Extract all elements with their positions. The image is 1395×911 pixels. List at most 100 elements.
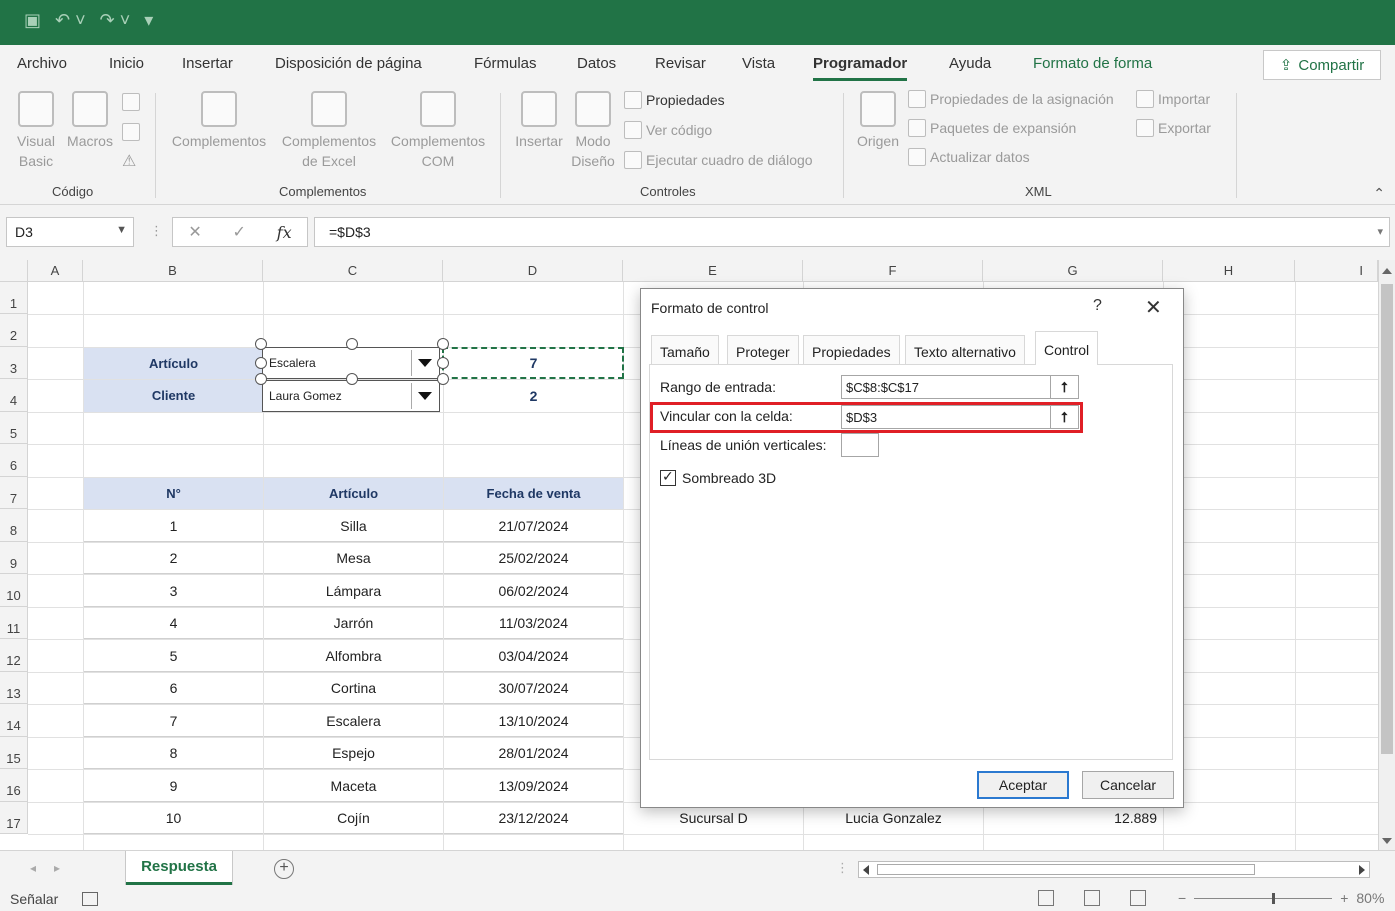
tab-ayuda[interactable]: Ayuda <box>949 55 991 72</box>
row-header-12[interactable]: 12 <box>0 639 28 672</box>
paquetes-expansion-button[interactable]: Paquetes de expansión <box>908 119 1076 137</box>
column-header-h[interactable]: H <box>1163 260 1295 282</box>
resize-handle[interactable] <box>437 357 449 369</box>
table-cell-fecha[interactable]: 11/03/2024 <box>444 608 623 639</box>
split-handle-icon[interactable]: ⋮ <box>836 860 849 876</box>
table-cell-fecha[interactable]: 13/09/2024 <box>444 770 623 802</box>
relative-refs-icon[interactable] <box>122 123 140 141</box>
table-cell-fecha[interactable]: 21/07/2024 <box>444 510 623 542</box>
table-cell-numero[interactable]: 7 <box>84 705 263 737</box>
sheet-nav-arrows[interactable]: ◂▸ <box>30 861 78 875</box>
normal-view-icon[interactable] <box>1038 890 1054 906</box>
horizontal-scrollbar[interactable] <box>858 861 1370 878</box>
tab-programador[interactable]: Programador <box>813 55 908 81</box>
exportar-button[interactable]: Exportar <box>1136 119 1211 137</box>
row-header-7[interactable]: 7 <box>0 477 28 509</box>
chevron-down-icon[interactable] <box>411 383 437 409</box>
visual-basic-button[interactable]: Visual Basic <box>14 91 58 171</box>
row-header-15[interactable]: 15 <box>0 737 28 769</box>
prop-asignacion-button[interactable]: Propiedades de la asignación <box>908 90 1114 108</box>
propiedades-button[interactable]: Propiedades <box>624 91 725 109</box>
sombreado-checkbox[interactable] <box>660 468 676 486</box>
row-header-9[interactable]: 9 <box>0 542 28 574</box>
table-cell-articulo[interactable]: Escalera <box>264 705 443 737</box>
record-macro-icon[interactable] <box>122 93 140 111</box>
row-header-2[interactable]: 2 <box>0 314 28 347</box>
tab-formato-forma[interactable]: Formato de forma <box>1033 55 1152 72</box>
ejecutar-dialogo-button[interactable]: Ejecutar cuadro de diálogo <box>624 151 813 169</box>
lineas-input[interactable] <box>841 433 879 457</box>
scroll-right-icon[interactable] <box>1359 865 1365 875</box>
collapse-dialog-icon[interactable]: ⭡ <box>1050 376 1078 398</box>
resize-handle[interactable] <box>255 338 267 350</box>
zoom-level[interactable]: 80% <box>1356 890 1384 906</box>
cancelar-button[interactable]: Cancelar <box>1082 771 1174 799</box>
close-icon[interactable]: ✕ <box>1145 295 1162 320</box>
table-cell-fecha[interactable]: 25/02/2024 <box>444 543 623 574</box>
vertical-scrollbar[interactable] <box>1378 260 1395 850</box>
share-button[interactable]: ⇪ Compartir <box>1263 50 1381 80</box>
complementos-com-button[interactable]: Complementos COM <box>386 91 490 171</box>
zoom-in-icon[interactable]: + <box>1340 890 1348 906</box>
page-break-view-icon[interactable] <box>1130 890 1146 906</box>
table-cell-numero[interactable]: 6 <box>84 673 263 704</box>
add-sheet-icon[interactable]: + <box>274 859 294 879</box>
page-layout-view-icon[interactable] <box>1084 890 1100 906</box>
macro-security-icon[interactable]: ⚠ <box>122 151 136 171</box>
customize-qat-icon[interactable]: ▾ <box>144 10 153 31</box>
row-header-3[interactable]: 3 <box>0 347 28 379</box>
row-header-11[interactable]: 11 <box>0 607 28 639</box>
formula-input[interactable]: =$D$3 <box>314 217 1390 247</box>
scroll-down-icon[interactable] <box>1382 838 1392 844</box>
ver-codigo-button[interactable]: Ver código <box>624 121 712 139</box>
collapse-dialog-icon[interactable]: ⭡ <box>1050 406 1078 428</box>
header-articulo[interactable]: Artículo <box>264 478 443 509</box>
row-header-5[interactable]: 5 <box>0 412 28 444</box>
scroll-left-icon[interactable] <box>863 865 869 875</box>
row-header-6[interactable]: 6 <box>0 444 28 477</box>
resize-handle[interactable] <box>346 338 358 350</box>
chevron-down-icon[interactable]: ▼ <box>116 224 127 236</box>
table-cell-fecha[interactable]: 06/02/2024 <box>444 575 623 607</box>
aceptar-button[interactable]: Aceptar <box>977 771 1069 799</box>
tab-archivo[interactable]: Archivo <box>17 55 67 72</box>
row-header-17[interactable]: 17 <box>0 802 28 834</box>
origen-button[interactable]: Origen <box>854 91 902 151</box>
column-header-b[interactable]: B <box>83 260 263 282</box>
table-cell-numero[interactable]: 5 <box>84 640 263 672</box>
tab-vista[interactable]: Vista <box>742 55 775 72</box>
vincular-input[interactable]: $D$3 ⭡ <box>841 405 1079 429</box>
resize-handle[interactable] <box>437 338 449 350</box>
resize-handle[interactable] <box>346 373 358 385</box>
name-box[interactable]: D3 ▼ <box>6 217 134 247</box>
resize-handle[interactable] <box>255 373 267 385</box>
row-header-10[interactable]: 10 <box>0 574 28 607</box>
complementos-button[interactable]: Complementos <box>166 91 272 151</box>
tab-control[interactable]: Control <box>1035 331 1099 365</box>
help-icon[interactable]: ? <box>1093 297 1102 315</box>
table-cell-numero[interactable]: 2 <box>84 543 263 574</box>
table-cell-articulo[interactable]: Espejo <box>264 738 443 769</box>
resize-handle[interactable] <box>437 373 449 385</box>
zoom-slider[interactable] <box>1194 892 1333 904</box>
header-fecha[interactable]: Fecha de venta <box>444 478 623 509</box>
table-cell-articulo[interactable]: Cojín <box>264 803 443 834</box>
table-cell-articulo[interactable]: Silla <box>264 510 443 542</box>
row-header-8[interactable]: 8 <box>0 509 28 542</box>
table-cell-fecha[interactable]: 30/07/2024 <box>444 673 623 704</box>
tab-insertar[interactable]: Insertar <box>182 55 233 72</box>
row-header-14[interactable]: 14 <box>0 704 28 737</box>
column-header-i[interactable]: I <box>1295 260 1378 282</box>
redo-icon[interactable]: ↷ ˅ <box>100 10 131 31</box>
save-icon[interactable]: ▣ <box>24 10 41 31</box>
row-header-13[interactable]: 13 <box>0 672 28 704</box>
table-cell-numero[interactable]: 1 <box>84 510 263 542</box>
resize-handle[interactable] <box>255 357 267 369</box>
header-numero[interactable]: N° <box>84 478 263 509</box>
column-header-f[interactable]: F <box>803 260 983 282</box>
table-cell-articulo[interactable]: Maceta <box>264 770 443 802</box>
tab-texto-alternativo[interactable]: Texto alternativo <box>905 335 1025 365</box>
row-header-16[interactable]: 16 <box>0 769 28 802</box>
macro-recording-icon[interactable] <box>82 892 98 906</box>
tab-tamano[interactable]: Tamaño <box>651 335 719 365</box>
